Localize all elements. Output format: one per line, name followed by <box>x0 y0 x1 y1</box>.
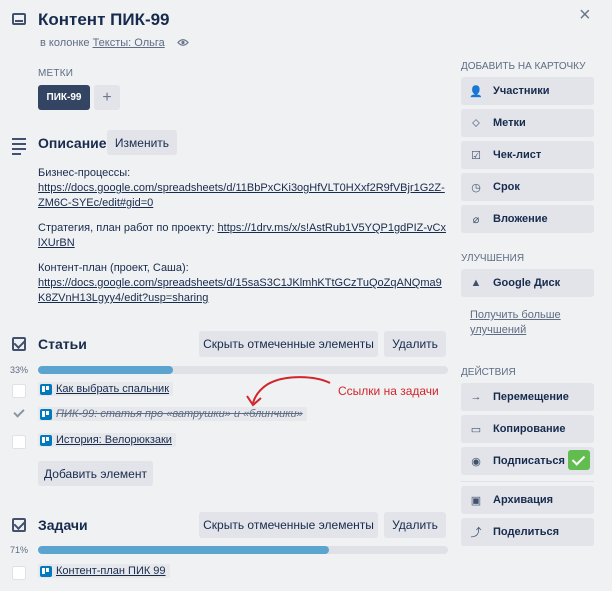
list-link[interactable]: Тексты: Ольга <box>93 37 165 49</box>
sidebar-add-heading: ДОБАВИТЬ НА КАРТОЧКУ <box>461 61 586 72</box>
list-info: в колонке Тексты: Ольга <box>40 37 165 49</box>
eye-icon: ◉ <box>471 455 481 468</box>
share-icon: ⤴ <box>470 527 482 539</box>
description-paragraph-1: Бизнес-процессы: https://docs.google.com… <box>38 166 448 211</box>
card-icon: ▭ <box>470 423 482 436</box>
desc-p3-text: Контент-план (проект, Саша): <box>38 262 189 274</box>
trello-card-icon <box>40 434 52 446</box>
card-icon <box>12 13 26 25</box>
subscribed-check-icon <box>568 450 590 470</box>
description-heading: Описание <box>38 135 107 151</box>
checklist-2-item-1[interactable]: Контент-план ПИК 99 <box>38 564 170 578</box>
description-paragraph-3: Контент-план (проект, Саша): https://doc… <box>38 261 448 306</box>
paperclip-icon: ⌀ <box>472 213 480 226</box>
checklist-2-heading[interactable]: Задачи <box>38 517 88 533</box>
close-icon[interactable]: × <box>579 4 591 27</box>
annotation-text: Ссылки на задачи <box>338 384 439 398</box>
checklist-icon <box>12 337 26 351</box>
add-label-button[interactable]: + <box>94 85 120 110</box>
checklist-1-percent: 33% <box>10 365 29 375</box>
sidebar-divider <box>461 481 594 482</box>
checklist-2-item-1-checkbox[interactable] <box>12 566 26 580</box>
more-powerups-link[interactable]: Получить больше улучшений <box>470 308 580 338</box>
desc-p3-link[interactable]: https://docs.google.com/spreadsheets/d/1… <box>38 277 442 304</box>
checklist-1-progress-fill <box>38 366 174 374</box>
checklist-1-item-1[interactable]: Как выбрать спальник <box>38 382 174 396</box>
description-paragraph-2: Стратегия, план работ по проекту: https:… <box>38 221 448 251</box>
labels-button[interactable]: ⬦ Метки <box>461 109 594 137</box>
checklist-1-item-1-checkbox[interactable] <box>12 384 26 398</box>
desc-p1-link[interactable]: https://docs.google.com/spreadsheets/d/1… <box>38 182 445 209</box>
clock-icon: ◷ <box>471 181 481 194</box>
share-button[interactable]: ⤴ Поделиться <box>461 518 594 546</box>
desc-p1-text: Бизнес-процессы: <box>38 167 131 179</box>
checklist-1-item-3-checkbox[interactable] <box>12 435 26 449</box>
card-title[interactable]: Контент ПИК-99 <box>38 10 170 30</box>
checklist-1-item-2[interactable]: ПИК-99: статья про «ватрушки» и «блинчик… <box>38 407 307 421</box>
trello-card-icon <box>40 408 52 420</box>
checklist-1-progress <box>38 366 448 374</box>
copy-button[interactable]: ▭ Копирование <box>461 415 594 443</box>
checklist-1-item-3[interactable]: История: Велорюкзаки <box>38 433 176 447</box>
subscribe-button[interactable]: ◉ Подписаться <box>461 447 594 475</box>
desc-p2-text: Стратегия, план работ по проекту: <box>38 222 218 234</box>
tag-icon: ⬦ <box>472 116 480 129</box>
description-icon <box>12 138 26 158</box>
move-button[interactable]: → Перемещение <box>461 383 594 411</box>
archive-button[interactable]: ▣ Архивация <box>461 486 594 514</box>
sidebar-actions-heading: ДЕЙСТВИЯ <box>461 367 516 378</box>
checklist-1-delete-button[interactable]: Удалить <box>384 331 446 357</box>
trello-card-icon <box>40 565 52 577</box>
annotation-arrow <box>246 376 331 407</box>
checklist-2-delete-button[interactable]: Удалить <box>384 512 446 538</box>
checklist-icon <box>12 518 26 532</box>
arrow-right-icon: → <box>470 391 482 403</box>
google-drive-icon: ▲ <box>470 277 482 289</box>
attachment-button[interactable]: ⌀ Вложение <box>461 205 594 233</box>
eye-icon <box>177 39 189 46</box>
checklist-1-item-2-checkbox[interactable] <box>13 408 25 420</box>
checklist-1-hide-button[interactable]: Скрыть отмеченные элементы <box>199 331 378 357</box>
due-date-button[interactable]: ◷ Срок <box>461 173 594 201</box>
trello-card-icon <box>40 383 52 395</box>
in-list-prefix: в колонке <box>40 37 90 49</box>
label-chip[interactable]: ПИК-99 <box>38 85 90 110</box>
checklist-button[interactable]: ☑ Чек-лист <box>461 141 594 169</box>
google-drive-button[interactable]: ▲ Google Диск <box>461 269 594 297</box>
checklist-2-progress <box>38 546 448 554</box>
user-icon: 👤 <box>469 85 483 98</box>
checklist-icon: ☑ <box>471 149 481 162</box>
sidebar-powerups-heading: УЛУЧШЕНИЯ <box>461 253 525 264</box>
labels-heading: МЕТКИ <box>38 68 74 79</box>
add-item-button[interactable]: Добавить элемент <box>38 461 153 486</box>
archive-icon: ▣ <box>470 494 482 507</box>
checklist-2-hide-button[interactable]: Скрыть отмеченные элементы <box>199 512 378 538</box>
members-button[interactable]: 👤 Участники <box>461 77 594 105</box>
checklist-1-heading[interactable]: Статьи <box>38 336 87 352</box>
checklist-2-progress-fill <box>38 546 330 554</box>
checklist-2-percent: 71% <box>10 545 29 555</box>
edit-description-button[interactable]: Изменить <box>107 130 177 155</box>
